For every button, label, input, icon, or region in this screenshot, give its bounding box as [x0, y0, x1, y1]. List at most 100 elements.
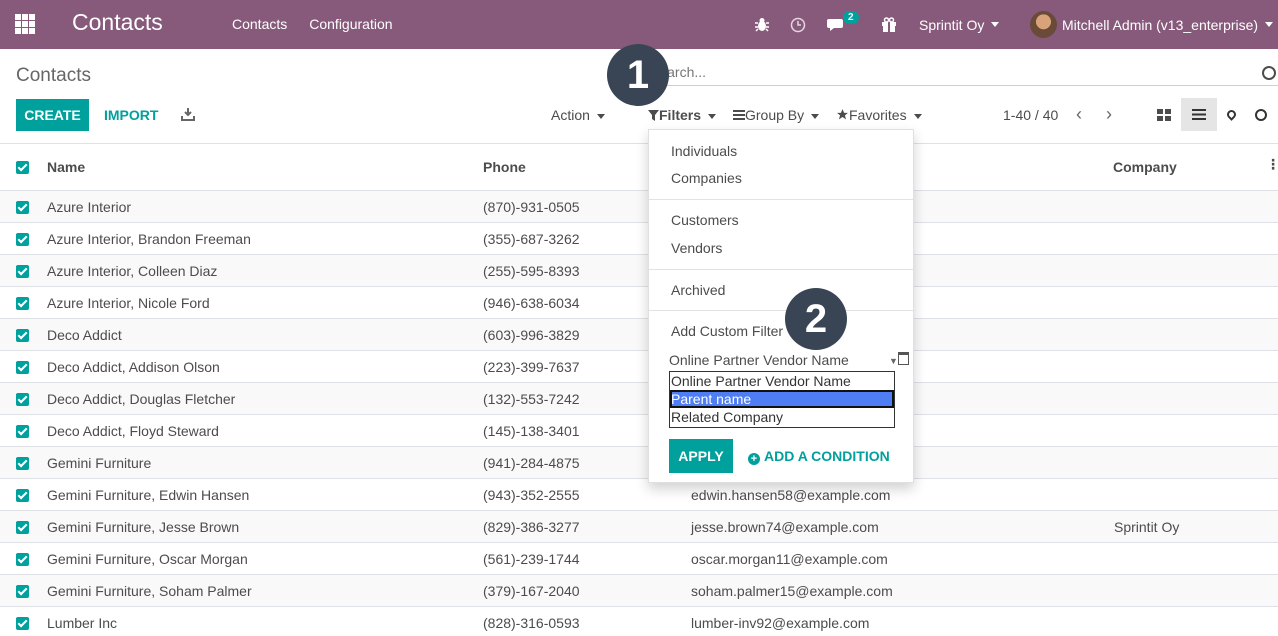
cell-name: Azure Interior, Nicole Ford: [47, 295, 210, 311]
cell-phone: (828)-316-0593: [483, 615, 580, 631]
favorites-dropdown-toggle[interactable]: Favorites: [836, 107, 922, 123]
table-row[interactable]: Azure Interior, Colleen Diaz (255)-595-83…: [0, 255, 1278, 287]
table-row[interactable]: Gemini Furniture (941)-284-4875: [0, 447, 1278, 479]
cell-name: Gemini Furniture: [47, 455, 152, 471]
create-button[interactable]: CREATE: [16, 99, 89, 131]
activity-view-button[interactable]: [1250, 98, 1272, 131]
cell-name: Azure Interior: [47, 199, 132, 215]
chevron-down-icon: [596, 113, 605, 119]
table-row[interactable]: Azure Interior (870)-931-0505: [0, 191, 1278, 223]
add-condition-button[interactable]: + ADD A CONDITION: [748, 448, 890, 465]
cell-email: edwin.hansen58@example.com: [691, 487, 891, 503]
user-menu[interactable]: Mitchell Admin (v13_enterprise): [1030, 0, 1274, 49]
row-checkbox[interactable]: [16, 329, 29, 342]
table-row[interactable]: Deco Addict (603)-996-3829: [0, 319, 1278, 351]
import-button[interactable]: IMPORT: [104, 107, 158, 123]
field-option-selected[interactable]: Parent name: [670, 390, 894, 408]
bug-icon[interactable]: [755, 0, 769, 49]
row-checkbox[interactable]: [16, 361, 29, 374]
custom-filter-field-select[interactable]: Online Partner Vendor Name: [669, 352, 889, 368]
filter-icon: [648, 110, 659, 121]
cell-email: lumber-inv92@example.com: [691, 615, 870, 631]
pager-value[interactable]: 1-40 / 40: [1003, 107, 1058, 123]
row-checkbox[interactable]: [16, 297, 29, 310]
gift-icon[interactable]: [881, 0, 897, 49]
optional-columns-icon[interactable]: ⋮: [1266, 156, 1278, 173]
field-options-list: Online Partner Vendor Name Parent name R…: [669, 371, 895, 428]
cell-email: soham.palmer15@example.com: [691, 583, 893, 599]
table-row[interactable]: Deco Addict, Floyd Steward (145)-138-3401: [0, 415, 1278, 447]
breadcrumb: Contacts: [16, 65, 91, 86]
pager-previous-icon[interactable]: ‹: [1076, 104, 1082, 125]
filters-dropdown-menu: Individuals Companies Customers Vendors …: [648, 129, 914, 483]
clock-icon: [1255, 108, 1267, 121]
row-checkbox[interactable]: [16, 425, 29, 438]
divider: [649, 269, 913, 270]
row-checkbox[interactable]: [16, 233, 29, 246]
cell-name: Azure Interior, Colleen Diaz: [47, 263, 218, 279]
action-label: Action: [551, 107, 590, 123]
table-row[interactable]: Gemini Furniture, Soham Palmer (379)-167-…: [0, 575, 1278, 607]
table-row[interactable]: Gemini Furniture, Edwin Hansen (943)-352-…: [0, 479, 1278, 511]
filter-companies[interactable]: Companies: [671, 170, 742, 186]
row-checkbox[interactable]: [16, 489, 29, 502]
filters-dropdown-toggle[interactable]: Filters: [648, 107, 717, 123]
company-switcher[interactable]: Sprintit Oy: [919, 0, 1000, 49]
cell-name: Deco Addict: [47, 327, 122, 343]
filter-individuals[interactable]: Individuals: [671, 143, 737, 159]
row-checkbox[interactable]: [16, 617, 29, 630]
kanban-icon: [1157, 108, 1171, 121]
apps-menu-icon[interactable]: [15, 14, 35, 34]
row-checkbox[interactable]: [16, 585, 29, 598]
kanban-view-button[interactable]: [1150, 98, 1178, 131]
table-row[interactable]: Deco Addict, Addison Olson (223)-399-7637: [0, 351, 1278, 383]
column-header-phone[interactable]: Phone: [483, 159, 526, 175]
table-row[interactable]: Gemini Furniture, Oscar Morgan (561)-239-…: [0, 543, 1278, 575]
cell-phone: (943)-352-2555: [483, 487, 580, 503]
field-option[interactable]: Online Partner Vendor Name: [670, 372, 894, 390]
table-row[interactable]: Deco Addict, Douglas Fletcher (132)-553-7…: [0, 383, 1278, 415]
row-checkbox[interactable]: [16, 393, 29, 406]
search-underline: [648, 85, 1278, 86]
row-checkbox[interactable]: [16, 265, 29, 278]
table-row[interactable]: Gemini Furniture, Jesse Brown (829)-386-3…: [0, 511, 1278, 543]
row-checkbox[interactable]: [16, 521, 29, 534]
table-row[interactable]: Lumber Inc (828)-316-0593 lumber-inv92@exa…: [0, 607, 1278, 636]
filter-customers[interactable]: Customers: [671, 212, 739, 228]
download-icon[interactable]: [181, 107, 195, 121]
menu-item-contacts[interactable]: Contacts: [232, 16, 287, 32]
company-name: Sprintit Oy: [919, 16, 985, 33]
filter-archived[interactable]: Archived: [671, 282, 725, 298]
search-input[interactable]: [650, 62, 1250, 82]
action-dropdown[interactable]: Action: [551, 107, 605, 123]
row-checkbox[interactable]: [16, 553, 29, 566]
cell-phone: (379)-167-2040: [483, 583, 580, 599]
clock-icon[interactable]: [790, 0, 806, 49]
add-custom-filter-toggle[interactable]: Add Custom Filter: [671, 323, 783, 339]
table-row[interactable]: Azure Interior, Nicole Ford (946)-638-603…: [0, 287, 1278, 319]
map-view-button[interactable]: [1220, 98, 1242, 131]
list-icon: [1192, 109, 1206, 120]
select-all-checkbox[interactable]: [16, 161, 29, 174]
menu-item-configuration[interactable]: Configuration: [309, 16, 392, 32]
groupby-dropdown-toggle[interactable]: Group By: [733, 107, 820, 123]
column-header-company[interactable]: Company: [1113, 159, 1177, 175]
trash-icon[interactable]: [898, 352, 909, 365]
search-icon[interactable]: [1262, 66, 1276, 80]
chevron-down-icon: [811, 113, 820, 119]
column-header-name[interactable]: Name: [47, 159, 85, 175]
table-row[interactable]: Azure Interior, Brandon Freeman (355)-687…: [0, 223, 1278, 255]
pager-next-icon[interactable]: ›: [1106, 104, 1112, 125]
cell-name: Deco Addict, Floyd Steward: [47, 423, 219, 439]
filter-vendors[interactable]: Vendors: [671, 240, 722, 256]
filters-label: Filters: [659, 107, 702, 123]
avatar: [1030, 11, 1057, 38]
apply-button[interactable]: APPLY: [669, 439, 733, 473]
divider: [649, 310, 913, 311]
row-checkbox[interactable]: [16, 457, 29, 470]
chat-icon[interactable]: 2: [827, 0, 859, 49]
chevron-down-icon: [991, 22, 1000, 27]
row-checkbox[interactable]: [16, 201, 29, 214]
field-option[interactable]: Related Company: [670, 408, 894, 426]
list-view-button[interactable]: [1181, 98, 1217, 131]
